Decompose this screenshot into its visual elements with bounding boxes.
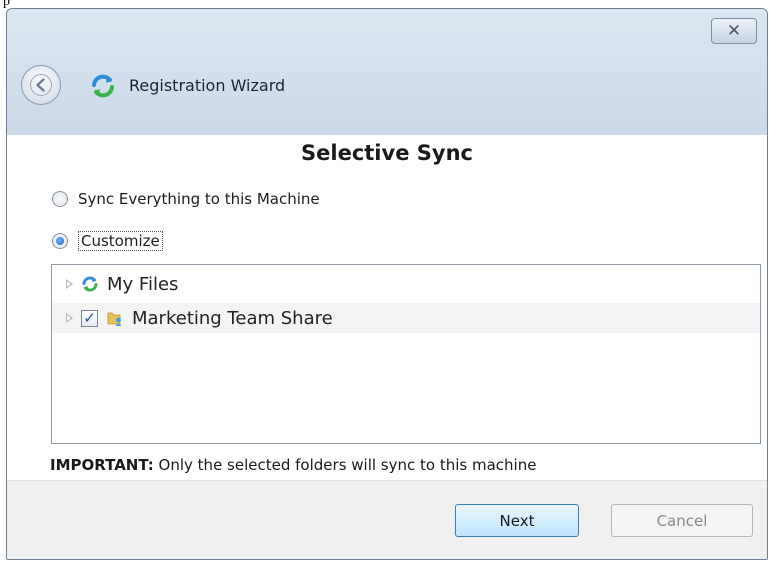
close-button[interactable]: ✕ [711,18,757,44]
page-title: Selective Sync [301,141,473,165]
radio-button-checked[interactable] [52,233,68,249]
sync-icon [82,276,98,292]
wizard-footer: Next Cancel [7,480,767,559]
important-notice: IMPORTANT: Only the selected folders wil… [50,456,536,474]
tree-item-marketing-team-share[interactable]: ✓ Marketing Team Share [52,303,760,333]
wizard-window: ✕ Registration Wizard Selective Sync Syn… [6,8,768,560]
checkbox-checked[interactable]: ✓ [81,309,98,327]
close-icon: ✕ [726,20,742,41]
radio-customize[interactable]: Customize [52,231,163,251]
sync-icon [92,74,114,98]
important-text: Only the selected folders will sync to t… [153,456,537,474]
expand-arrow-icon[interactable] [66,313,73,323]
important-prefix: IMPORTANT: [50,456,154,474]
wizard-title: Registration Wizard [129,76,286,95]
tree-item-label: My Files [107,273,179,295]
next-button[interactable]: Next [455,504,579,537]
cancel-button[interactable]: Cancel [611,504,753,537]
radio-label: Customize [78,231,163,251]
wizard-content: Selective Sync Sync Everything to this M… [7,135,767,480]
tree-item-label: Marketing Team Share [132,307,333,329]
back-arrow-icon [30,74,52,96]
title-bar: ✕ Registration Wizard [7,9,767,135]
radio-button-unchecked[interactable] [52,191,68,207]
tree-item-my-files[interactable]: My Files [52,269,760,299]
back-button[interactable] [21,65,61,105]
radio-sync-everything[interactable]: Sync Everything to this Machine [52,190,320,208]
radio-label: Sync Everything to this Machine [78,190,320,208]
expand-arrow-icon[interactable] [66,279,73,289]
shared-folder-icon [107,312,122,326]
folder-tree[interactable]: My Files ✓ Marketing Team Share [51,264,761,444]
